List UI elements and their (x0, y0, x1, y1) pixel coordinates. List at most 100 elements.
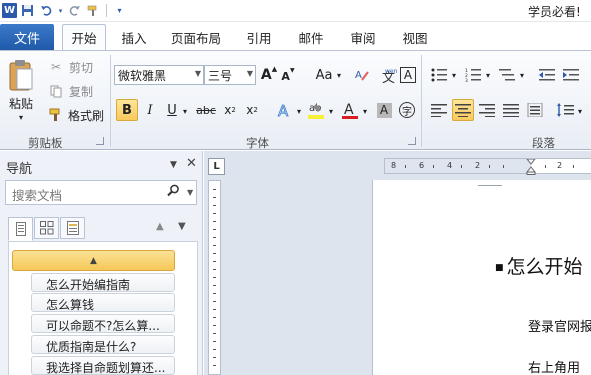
chevron-down-icon[interactable]: ▼ (247, 69, 253, 78)
document-line[interactable]: 右上角用 (528, 357, 580, 375)
tab-page-layout[interactable]: 页面布局 (165, 24, 227, 50)
bold-button[interactable]: B (116, 99, 138, 121)
clear-format-icon[interactable]: A (353, 65, 373, 85)
save-icon[interactable] (19, 2, 36, 19)
character-border-icon[interactable]: A (399, 65, 417, 85)
list-item[interactable]: 怎么算钱 (31, 293, 175, 312)
change-case-button[interactable]: Aa (313, 65, 335, 85)
tab-selector-icon[interactable]: L (208, 158, 225, 175)
chevron-down-icon[interactable]: ▼ (195, 69, 201, 78)
pages-view-icon[interactable] (34, 217, 59, 239)
paste-button[interactable]: 粘贴 (4, 94, 38, 112)
copy-icon[interactable] (48, 83, 64, 99)
results-view-icon[interactable] (60, 217, 85, 239)
format-painter-brush-icon[interactable] (48, 107, 64, 123)
nav-options-chevron-icon[interactable]: ▼ (170, 160, 177, 170)
headings-list: ▲ 怎么开始编指南 怎么算钱 可以命题不?怎么算... 优质指南是什么? 我选择… (8, 241, 198, 375)
close-icon[interactable]: ✕ (186, 156, 197, 171)
search-dropdown-icon[interactable]: ▼ (187, 188, 193, 197)
list-item[interactable]: 怎么开始编指南 (31, 273, 175, 292)
underline-dropdown-icon[interactable]: ▾ (181, 103, 189, 119)
redo-icon[interactable] (66, 2, 83, 19)
line-spacing-dropdown-icon[interactable]: ▾ (576, 103, 584, 119)
highlight-icon[interactable]: ab (305, 99, 327, 121)
tab-review[interactable]: 审阅 (344, 24, 382, 50)
title-bar: W ▾ ▾ 学员必看! (0, 0, 591, 22)
shrink-font-button[interactable]: A ▼ (281, 67, 295, 85)
case-dropdown-icon[interactable]: ▾ (335, 67, 343, 83)
list-item[interactable]: 优质指南是什么? (31, 335, 175, 354)
shrink-font-label: A (281, 69, 290, 83)
decrease-indent-icon[interactable] (536, 65, 558, 85)
paste-dropdown-icon[interactable]: ▾ (14, 112, 28, 122)
cut-icon[interactable]: ✂ (48, 59, 64, 75)
search-icon[interactable] (167, 184, 180, 201)
tab-view[interactable]: 视图 (396, 24, 434, 50)
search-input[interactable]: 搜索文档 ▼ (5, 180, 197, 205)
phonetic-guide-icon[interactable]: 文 wen (379, 65, 397, 85)
underline-button[interactable]: U (163, 99, 181, 121)
customize-icon[interactable]: ▾ (111, 2, 128, 19)
word-icon[interactable]: W (2, 3, 17, 18)
align-left-icon[interactable] (428, 99, 450, 121)
indent-marker-icon[interactable] (525, 158, 537, 178)
headings-view-icon[interactable] (8, 217, 33, 241)
cut-button[interactable]: 剪切 (66, 59, 96, 75)
text-effects-dropdown-icon[interactable]: ▾ (295, 103, 303, 119)
document-line[interactable]: 登录官网报 (528, 316, 591, 335)
strikethrough-button[interactable]: abc (195, 99, 217, 121)
highlight-dropdown-icon[interactable]: ▾ (327, 103, 335, 119)
multilevel-list-icon[interactable] (496, 65, 518, 85)
multilevel-dropdown-icon[interactable]: ▾ (518, 67, 526, 83)
format-painter-button[interactable]: 格式刷 (66, 107, 106, 123)
next-heading-icon[interactable]: ▼ (178, 221, 186, 232)
paste-icon[interactable] (6, 55, 36, 95)
superscript-button[interactable]: x2 (243, 99, 261, 121)
grow-font-label: A (260, 67, 272, 83)
align-right-icon[interactable] (476, 99, 498, 121)
undo-icon[interactable] (38, 2, 55, 19)
undo-dropdown-icon[interactable]: ▾ (57, 2, 64, 19)
line-spacing-icon[interactable] (554, 99, 576, 121)
tab-mailings[interactable]: 邮件 (292, 24, 330, 50)
copy-button[interactable]: 复制 (66, 83, 96, 99)
character-shading-icon[interactable]: A (374, 99, 394, 121)
tab-home[interactable]: 开始 (62, 24, 106, 50)
distributed-icon[interactable] (524, 99, 546, 121)
crop-mark (478, 185, 502, 186)
tab-file[interactable]: 文件 (0, 24, 54, 50)
numbering-dropdown-icon[interactable]: ▾ (484, 67, 492, 83)
format-painter-icon[interactable] (85, 2, 102, 19)
subscript-button[interactable]: x2 (221, 99, 239, 121)
justify-icon[interactable] (500, 99, 522, 121)
align-center-icon[interactable] (452, 99, 474, 121)
vertical-ruler[interactable] (208, 180, 221, 375)
numbering-icon[interactable]: 123 (462, 65, 484, 85)
collapse-heading-icon[interactable]: ▲ (12, 250, 175, 271)
window-title: 学员必看! (528, 5, 581, 19)
search-placeholder: 搜索文档 (12, 188, 63, 203)
list-item[interactable]: 我选择自命题划算还... (31, 356, 175, 375)
font-launcher-icon[interactable] (408, 137, 416, 145)
tab-references[interactable]: 引用 (240, 24, 278, 50)
italic-button[interactable]: I (141, 99, 159, 121)
paragraph-group-label: 段落 (532, 136, 555, 150)
list-item[interactable]: 可以命题不?怎么算... (31, 314, 175, 333)
document-heading[interactable]: ■ 怎么开始 (495, 252, 583, 279)
subscript-label: x (224, 103, 232, 117)
increase-indent-icon[interactable] (560, 65, 582, 85)
bullets-dropdown-icon[interactable]: ▾ (450, 67, 458, 83)
font-size-combo[interactable]: 三号 ▼ (204, 65, 256, 85)
font-name-combo[interactable]: 微软雅黑 ▼ (114, 65, 204, 85)
horizontal-ruler[interactable]: 8 6 4 2 2 (384, 158, 591, 175)
bullets-icon[interactable] (428, 65, 450, 85)
font-color-dropdown-icon[interactable]: ▾ (361, 103, 369, 119)
text-effects-icon[interactable]: A (275, 99, 295, 121)
superscript-label: x (246, 103, 254, 117)
tab-insert[interactable]: 插入 (114, 24, 154, 50)
grow-font-button[interactable]: A ▲ (261, 65, 277, 85)
enclosed-character-icon[interactable]: 字 (397, 99, 417, 121)
previous-heading-icon[interactable]: ▲ (156, 221, 164, 232)
clipboard-launcher-icon[interactable] (96, 137, 104, 145)
font-color-icon[interactable]: A (339, 99, 361, 121)
